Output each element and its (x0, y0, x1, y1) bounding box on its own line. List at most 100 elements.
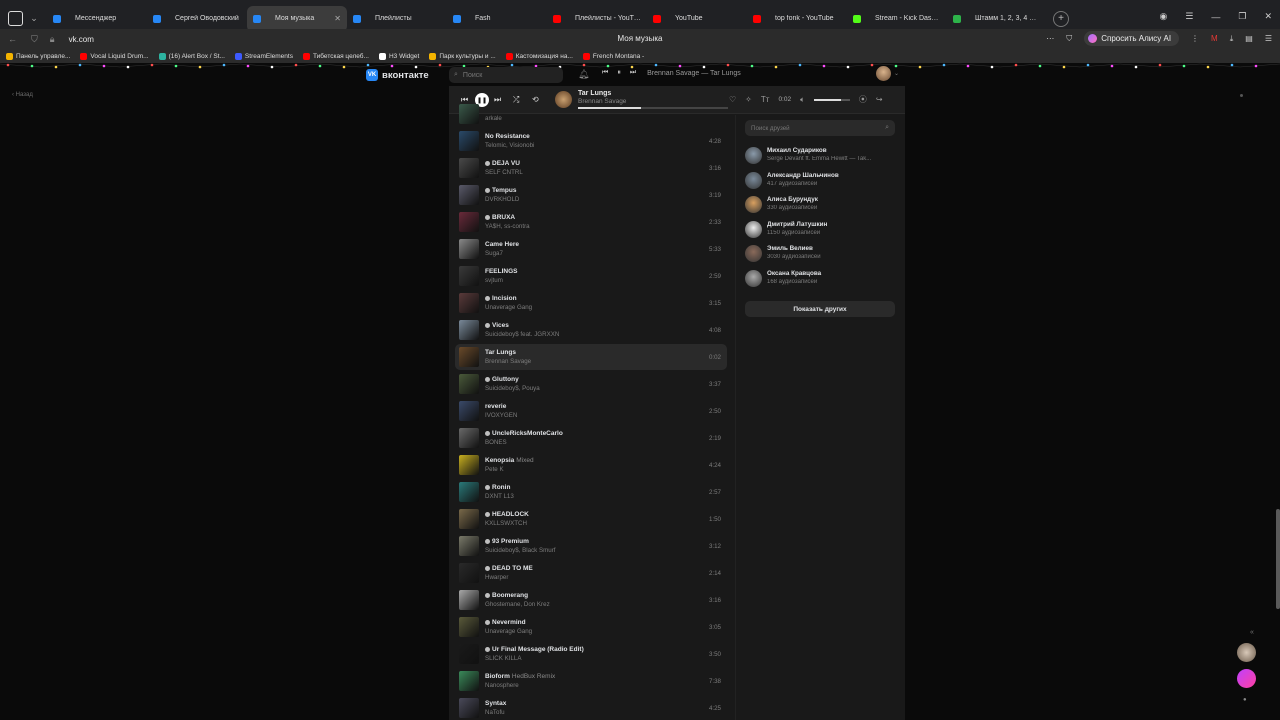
header-now-playing[interactable]: Brennan Savage — Tar Lungs (647, 70, 741, 77)
track-title[interactable]: reverie (485, 403, 506, 410)
more-dots-icon[interactable]: ⋯ (1046, 34, 1054, 43)
track-title[interactable]: Tempus (485, 187, 516, 194)
track-row[interactable]: DEAD TO ME Hwarper 2:14 (455, 560, 727, 586)
bookmark-item[interactable]: Панель управле... (6, 52, 70, 60)
track-cover[interactable] (459, 293, 479, 313)
track-cover[interactable] (459, 104, 479, 124)
track-row[interactable]: Bioform HedBux Remix Nanosphere 7:38 (455, 668, 727, 694)
browser-tab[interactable]: Плейлисты (347, 6, 447, 32)
track-title[interactable]: DEAD TO ME (485, 565, 533, 572)
track-title[interactable]: Boomerang (485, 592, 528, 599)
bookmark-item[interactable]: Тибетская целеб... (302, 52, 369, 60)
browser-tab[interactable]: Штамм 1, 2, 3, 4 Сезон Сериал (947, 6, 1047, 32)
bookmark-item[interactable]: Парк культуры и ... (429, 52, 496, 60)
browser-menu-dots-icon[interactable]: ☰ (1265, 34, 1272, 43)
mail-icon[interactable]: M (1211, 34, 1218, 43)
share-icon[interactable]: ↪ (876, 95, 883, 104)
track-artist[interactable]: IVOXYGEN (485, 412, 517, 419)
friend-name[interactable]: Михаил Судариков (767, 147, 827, 154)
download-icon[interactable]: ⤓ (1230, 34, 1234, 44)
track-artist[interactable]: SLICK KILLA (485, 655, 521, 662)
track-cover[interactable] (459, 266, 479, 286)
bookmarks-panel-icon[interactable]: ☰ (1185, 11, 1193, 22)
page-scrollbar[interactable] (1276, 509, 1280, 609)
header-prev-icon[interactable]: ⏮ (602, 69, 608, 77)
track-artist[interactable]: Suicideboy$ feat. JGRXXN (485, 331, 559, 338)
bookmark-item[interactable]: Кастомизация на... (505, 52, 573, 60)
track-title[interactable]: HEADLOCK (485, 511, 529, 518)
bookmark-item[interactable]: H3 Widget (378, 52, 419, 60)
friend-item[interactable]: Александр Шальчинов 417 аудиозаписей (745, 170, 895, 192)
track-title[interactable]: BRUXA (485, 214, 515, 221)
track-row[interactable]: Tempus DVRKHOLD 3:19 (455, 182, 727, 208)
track-cover[interactable] (459, 347, 479, 367)
track-artist[interactable]: arkale (485, 115, 502, 122)
track-artist[interactable]: DXNT L13 (485, 493, 514, 500)
track-artist[interactable]: BONES (485, 439, 507, 446)
maximize-icon[interactable]: ❐ (1238, 11, 1246, 22)
track-row[interactable]: Came Here Suga7 5:33 (455, 236, 727, 262)
bookmark-item[interactable]: French Montana - (582, 52, 644, 60)
friend-avatar[interactable] (745, 245, 762, 262)
track-cover[interactable] (459, 212, 479, 232)
profile-icon[interactable]: ◉ (1159, 11, 1167, 22)
track-artist[interactable]: YA$H, ss-contra (485, 223, 530, 230)
bookmark-item[interactable]: (16) Alert Box / St... (158, 52, 225, 60)
friend-avatar[interactable] (745, 269, 762, 287)
volume-slider[interactable] (813, 98, 850, 101)
browser-tab[interactable]: Fash (447, 6, 547, 32)
friend-name[interactable]: Александр Шальчинов (767, 172, 839, 179)
track-title[interactable]: Bioform HedBux Remix (485, 673, 555, 680)
track-title[interactable]: Came Here (485, 241, 519, 248)
collapse-chevrons-icon[interactable]: « (1250, 629, 1254, 636)
track-cover[interactable] (459, 698, 479, 718)
track-title[interactable]: Gluttony (485, 376, 519, 383)
sidebar-toggle-icon[interactable]: ▤ (1245, 34, 1253, 43)
friend-item[interactable]: Михаил Судариков Serge Devant ft. Emma He… (745, 145, 895, 167)
track-cover[interactable] (459, 455, 479, 475)
track-row[interactable]: Incision Unaverage Gang 3:15 (455, 290, 727, 316)
track-artist[interactable]: Telomic, Visionobi (485, 142, 534, 149)
track-artist[interactable]: SELF CNTRL (485, 169, 523, 176)
track-cover[interactable] (459, 563, 479, 583)
track-artist[interactable]: Ghostemane, Don Krez (485, 601, 550, 608)
show-more-friends-button[interactable]: Показать других (745, 301, 895, 317)
track-artist[interactable]: Unaverage Gang (485, 304, 532, 311)
close-tab-icon[interactable]: ✕ (334, 14, 341, 23)
browser-tab[interactable]: Stream - Kick Dashboard (847, 6, 947, 32)
track-artist[interactable]: KXLLSWXTCH (485, 520, 527, 527)
track-row[interactable]: Kenopsia Mixed Pete K 4:24 (455, 452, 727, 478)
track-artist[interactable]: Brennan Savage (485, 358, 531, 365)
vk-search-input[interactable]: ⌕ Поиск (449, 67, 563, 83)
bookmark-item[interactable]: Vocal Liquid Drum... (80, 52, 149, 60)
header-pause-icon[interactable]: ⏸ (617, 69, 621, 77)
recommendations-icon[interactable]: ✧ (745, 95, 752, 104)
friend-avatar[interactable] (745, 220, 762, 238)
friends-search-input[interactable]: Поиск друзей ⌕ (745, 120, 895, 136)
track-row[interactable]: BRUXA YA$H, ss-contra 2:33 (455, 209, 727, 235)
lyrics-icon[interactable]: Tт (761, 95, 770, 104)
track-artist[interactable]: DVRKHOLD (485, 196, 519, 203)
bookmark-icon[interactable]: ⛉ (1066, 34, 1072, 44)
track-row[interactable]: Tar Lungs Brennan Savage 0:02 (455, 344, 727, 370)
new-tab-button[interactable]: + (1053, 10, 1069, 27)
friend-item[interactable]: Оксана Кравцова 168 аудиозаписей (745, 268, 895, 290)
track-cover[interactable] (459, 590, 479, 610)
friend-name[interactable]: Дмитрий Латушкин (767, 221, 827, 228)
track-artist[interactable]: Hwarper (485, 574, 508, 581)
ask-alice-button[interactable]: Спросить Алису AI (1084, 31, 1180, 46)
vk-logo[interactable]: VK вконтакте (366, 69, 429, 81)
back-link[interactable]: ‹ Назад (12, 92, 33, 98)
browser-tab[interactable]: Моя музыка ✕ (247, 5, 347, 32)
extensions-icon[interactable]: ⋮ (1191, 34, 1199, 43)
track-row[interactable]: UncleRicksMonteCarlo BONES 2:19 (455, 425, 727, 451)
now-playing-title[interactable]: Tar Lungs (578, 90, 611, 97)
track-row[interactable]: DEJA VU SELF CNTRL 3:16 (455, 155, 727, 181)
chat-bubble-icon[interactable]: ● (1243, 697, 1247, 703)
lock-icon[interactable]: 🔒︎ (50, 34, 55, 45)
volume-icon[interactable]: 🔈︎ (800, 95, 805, 105)
track-row[interactable]: 93 Premium Suicideboy$, Black Smurf 3:12 (455, 533, 727, 559)
browser-tab[interactable]: Мессенджер (47, 6, 147, 32)
track-artist[interactable]: Nanosphere (485, 682, 519, 689)
track-title[interactable]: FEELINGS (485, 268, 518, 275)
